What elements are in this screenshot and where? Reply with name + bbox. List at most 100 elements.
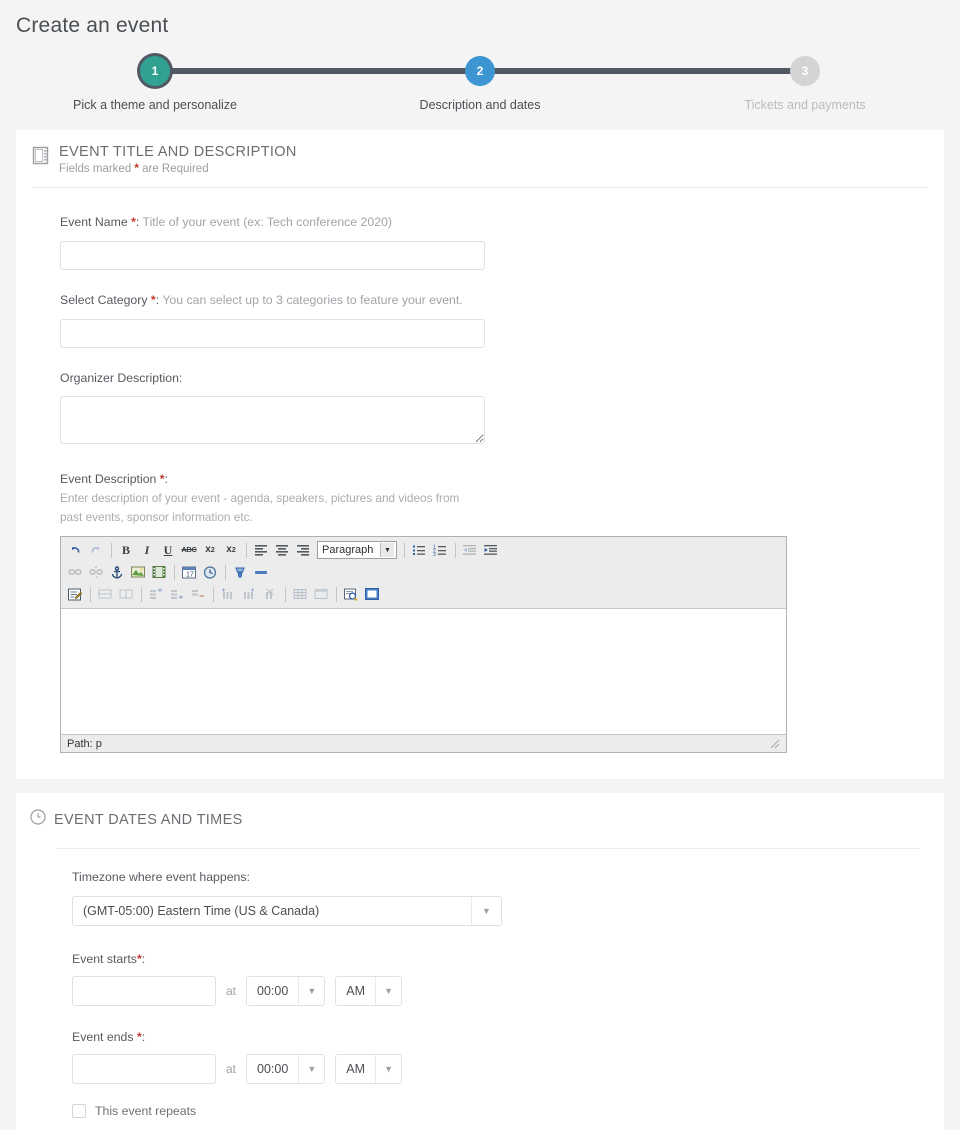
align-center-icon[interactable] — [272, 540, 292, 560]
format-select[interactable]: Paragraph ▼ — [317, 541, 397, 560]
label-event-ends-colon: : — [141, 1029, 146, 1044]
insert-image-icon[interactable] — [128, 562, 148, 582]
format-select-value: Paragraph — [322, 544, 374, 557]
label-event-ends-text: Event ends — [72, 1029, 134, 1044]
indent-icon[interactable] — [481, 540, 501, 560]
progress-stepper: 1 2 3 Pick a theme and personalize Descr… — [0, 38, 960, 130]
stepper-track: 1 2 3 — [140, 56, 820, 86]
organizer-description-textarea[interactable] — [60, 396, 485, 445]
row-event-repeats: This event repeats — [72, 1103, 904, 1118]
stepper-label-3: Tickets and payments — [744, 98, 866, 112]
bold-icon[interactable]: B — [116, 540, 136, 560]
numbered-list-icon[interactable]: 123 — [430, 540, 450, 560]
anchor-icon[interactable] — [107, 562, 127, 582]
stepper-label-1: Pick a theme and personalize — [73, 98, 237, 112]
event-repeats-label: This event repeats — [95, 1103, 197, 1118]
hint-event-name: Title of your event (ex: Tech conference… — [142, 215, 393, 229]
required-note-prefix: Fields marked — [59, 163, 132, 175]
align-left-icon[interactable] — [251, 540, 271, 560]
required-asterisk: * — [134, 163, 139, 175]
event-repeats-checkbox[interactable] — [72, 1103, 86, 1118]
event-ends-date-input[interactable] — [72, 1053, 216, 1084]
event-starts-time-select[interactable]: 00:00 ▼ — [246, 975, 326, 1006]
table-merge-cells-icon[interactable] — [116, 584, 136, 604]
table-col-before-icon[interactable] — [218, 584, 238, 604]
link-icon[interactable] — [65, 562, 85, 582]
label-event-description: Event Description *: — [60, 471, 900, 489]
event-ends-time-value: 00:00 — [257, 1061, 289, 1076]
card-body-dates-times: Timezone where event happens: (GMT-05:00… — [16, 849, 944, 1130]
insert-date-icon[interactable]: 17 — [179, 562, 199, 582]
label-event-starts-colon: : — [141, 951, 146, 966]
event-starts-date-input[interactable] — [72, 975, 216, 1006]
field-timezone: Timezone where event happens: (GMT-05:00… — [72, 869, 904, 926]
separator — [174, 564, 175, 580]
superscript-icon[interactable]: x2 — [221, 540, 241, 560]
clock-icon — [30, 809, 46, 830]
editor-content-area[interactable] — [61, 609, 786, 735]
timezone-select-value: (GMT-05:00) Eastern Time (US & Canada) — [83, 903, 320, 918]
insert-media-icon[interactable] — [149, 562, 169, 582]
table-delete-row-icon[interactable] — [188, 584, 208, 604]
timezone-select[interactable]: (GMT-05:00) Eastern Time (US & Canada) ▼ — [72, 895, 502, 926]
field-event-description: Event Description *: Enter description o… — [60, 471, 900, 754]
section-heading-title-description: EVENT TITLE AND DESCRIPTION — [59, 144, 297, 160]
event-starts-at-label: at — [226, 983, 237, 998]
edit-html-icon[interactable] — [65, 584, 85, 604]
separator — [225, 564, 226, 580]
separator — [141, 586, 142, 602]
stepper-step-2[interactable]: 2 — [465, 56, 495, 86]
table-row-before-icon[interactable] — [146, 584, 166, 604]
stepper-step-1-number: 1 — [151, 64, 159, 78]
chevron-down-icon: ▼ — [375, 976, 401, 1005]
select-category-input[interactable] — [60, 318, 485, 348]
horizontal-rule-icon[interactable] — [251, 562, 271, 582]
chevron-down-icon: ▼ — [298, 976, 324, 1005]
table-row-after-icon[interactable] — [167, 584, 187, 604]
table-props-icon[interactable] — [311, 584, 331, 604]
card-header-title-description: EVENT TITLE AND DESCRIPTION Fields marke… — [32, 130, 928, 188]
event-ends-meridiem-select[interactable]: AM ▼ — [335, 1053, 403, 1084]
cleanup-icon[interactable] — [230, 562, 250, 582]
separator — [90, 586, 91, 602]
row-event-starts: at 00:00 ▼ AM ▼ — [72, 975, 904, 1006]
bullet-list-icon[interactable] — [409, 540, 429, 560]
svg-text:17: 17 — [186, 571, 194, 578]
label-event-description-colon: : — [164, 472, 169, 487]
help-event-description: Enter description of your event - agenda… — [60, 491, 460, 525]
separator — [246, 542, 247, 558]
event-starts-meridiem-select[interactable]: AM ▼ — [335, 975, 403, 1006]
label-event-name-text: Event Name — [60, 215, 128, 229]
stepper-step-3[interactable]: 3 — [790, 56, 820, 86]
underline-icon[interactable]: U — [158, 540, 178, 560]
subscript-icon[interactable]: x2 — [200, 540, 220, 560]
event-starts-time-value: 00:00 — [257, 983, 289, 998]
required-note-suffix: are Required — [142, 163, 209, 175]
separator — [111, 542, 112, 558]
event-name-input[interactable] — [60, 240, 485, 270]
notebook-icon — [32, 146, 49, 165]
chevron-down-icon: ▼ — [380, 543, 394, 558]
insert-time-icon[interactable] — [200, 562, 220, 582]
editor-path-label: Path: p — [67, 737, 102, 750]
undo-icon[interactable] — [65, 540, 85, 560]
align-right-icon[interactable] — [293, 540, 313, 560]
fullscreen-icon[interactable] — [362, 584, 382, 604]
event-ends-time-select[interactable]: 00:00 ▼ — [246, 1053, 326, 1084]
event-title-description-card: EVENT TITLE AND DESCRIPTION Fields marke… — [16, 130, 944, 780]
table-insert-icon[interactable] — [290, 584, 310, 604]
table-delete-col-icon[interactable] — [260, 584, 280, 604]
editor-resize-handle[interactable] — [770, 739, 780, 749]
preview-icon[interactable] — [341, 584, 361, 604]
hint-select-category: You can select up to 3 categories to fea… — [162, 292, 463, 307]
table-col-after-icon[interactable] — [239, 584, 259, 604]
strikethrough-icon[interactable]: ABC — [179, 540, 199, 560]
editor-toolbar-row-1: B I U ABC x2 x2 Paragraph ▼ 1 2 3 — [63, 539, 784, 561]
table-split-cells-icon[interactable] — [95, 584, 115, 604]
stepper-labels: Pick a theme and personalize Description… — [73, 98, 866, 116]
redo-icon[interactable] — [86, 540, 106, 560]
outdent-icon[interactable] — [460, 540, 480, 560]
italic-icon[interactable]: I — [137, 540, 157, 560]
unlink-icon[interactable] — [86, 562, 106, 582]
stepper-step-1[interactable]: 1 — [140, 56, 170, 86]
